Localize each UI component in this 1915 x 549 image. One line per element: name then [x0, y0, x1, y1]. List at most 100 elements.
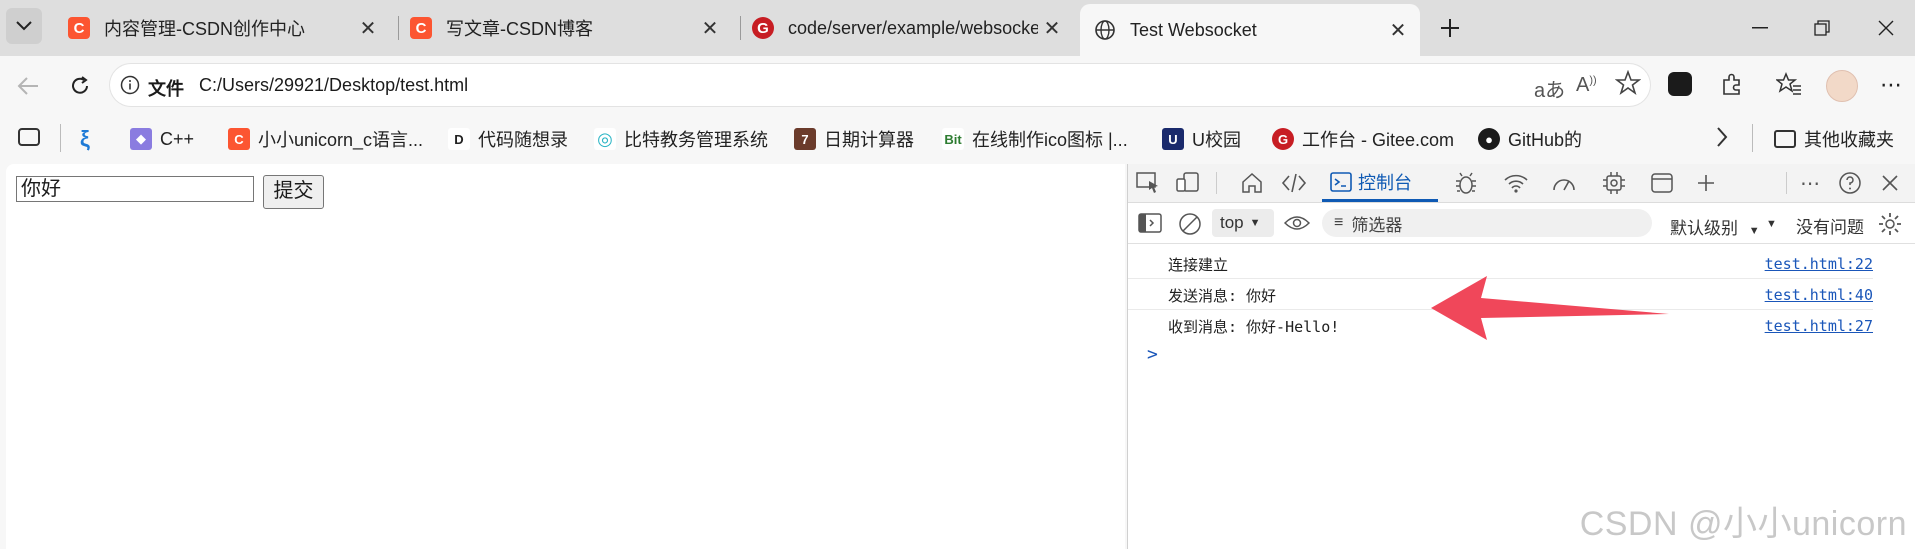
memory-chip-icon[interactable]	[1600, 169, 1628, 197]
minimize-icon	[1752, 27, 1768, 29]
minimize-button[interactable]	[1740, 14, 1780, 42]
console-prompt[interactable]: >	[1147, 344, 1158, 365]
window-close-button[interactable]	[1866, 14, 1906, 42]
log-levels-label: 默认级别	[1670, 219, 1738, 238]
device-emulation-icon[interactable]	[1174, 169, 1202, 197]
inspect-element-icon[interactable]	[1134, 169, 1162, 197]
collections-icon[interactable]	[18, 128, 40, 146]
csdn-icon: C	[410, 17, 432, 39]
dmsxl-fav-icon: D	[448, 128, 470, 150]
favorite-label: 其他收藏夹	[1804, 130, 1894, 150]
application-panel-icon[interactable]	[1648, 169, 1676, 197]
gitee-fav-icon: G	[1272, 128, 1294, 150]
favorite-cpp[interactable]: ◆ C++	[130, 126, 194, 152]
console-source-link[interactable]: test.html:27	[1765, 317, 1873, 335]
other-favorites-folder[interactable]: 其他收藏夹	[1774, 126, 1894, 152]
u-campus-fav-icon: U	[1162, 128, 1184, 150]
address-url[interactable]: C:/Users/29921/Desktop/test.html	[199, 75, 468, 96]
console-source-link[interactable]: test.html:22	[1765, 255, 1873, 273]
network-wifi-icon[interactable]	[1502, 169, 1530, 197]
favorite-label: 代码随想录	[478, 130, 568, 150]
devtools-close-icon[interactable]	[1876, 169, 1904, 197]
console-icon	[1330, 171, 1352, 192]
github-fav-icon: ●	[1478, 128, 1500, 150]
globe-icon	[1094, 19, 1116, 41]
favorite-bit-edu[interactable]: ◎ 比特教务管理系统	[594, 126, 768, 152]
sources-bug-icon[interactable]	[1452, 169, 1480, 197]
tab-test-websocket[interactable]: Test Websocket ✕	[1080, 4, 1420, 56]
read-aloud-icon[interactable]: aあ	[1534, 74, 1565, 103]
cpp-fav-icon: ◆	[130, 128, 152, 150]
tab-content-management[interactable]: C 内容管理-CSDN创作中心 ✕	[54, 8, 390, 48]
console-message-text: 收到消息: 你好-Hello!	[1168, 318, 1340, 336]
console-settings-gear-icon[interactable]	[1878, 212, 1902, 241]
favorite-github[interactable]: ● GitHub的	[1478, 126, 1582, 152]
favorite-ico-maker[interactable]: Bit 在线制作ico图标 |...	[942, 126, 1128, 152]
restore-button[interactable]	[1802, 14, 1842, 42]
tab-title: 写文章-CSDN博客	[446, 19, 593, 39]
close-icon[interactable]: ✕	[696, 16, 724, 41]
xuexi-fav-icon[interactable]: ξ	[80, 126, 90, 152]
more-menu-icon[interactable]: ⋯	[1880, 72, 1902, 98]
csdn-fav-icon: C	[228, 128, 250, 150]
new-tab-button[interactable]	[1432, 10, 1468, 46]
favorite-csdn-blog[interactable]: C 小小unicorn_c语言...	[228, 126, 423, 152]
live-expression-eye-icon[interactable]	[1283, 214, 1311, 237]
close-icon	[1878, 20, 1894, 36]
close-icon[interactable]: ✕	[1384, 18, 1412, 43]
extension-icon[interactable]	[1668, 72, 1692, 96]
favorite-star-icon[interactable]	[1614, 69, 1642, 101]
console-tab-label: 控制台	[1358, 172, 1412, 193]
tab-write-article[interactable]: C 写文章-CSDN博客 ✕	[396, 8, 732, 48]
favorites-icon[interactable]	[1774, 72, 1802, 101]
tab-actions-button[interactable]	[6, 8, 42, 44]
annotation-arrow	[1431, 276, 1669, 340]
favorite-label: GitHub的	[1508, 130, 1583, 150]
help-icon[interactable]	[1836, 169, 1864, 197]
restore-icon	[1814, 20, 1830, 36]
tab-gitee-code[interactable]: G code/server/example/websocketp ✕	[738, 8, 1074, 48]
favorite-label: 小小unicorn_c语言...	[258, 130, 424, 150]
back-button[interactable]	[12, 70, 44, 102]
submit-button[interactable]: 提交	[263, 175, 324, 209]
favorites-divider	[1752, 124, 1753, 152]
favorites-overflow-chevron-icon[interactable]	[1716, 126, 1728, 153]
site-info-icon[interactable]	[120, 75, 140, 95]
favorite-gitee[interactable]: G 工作台 - Gitee.com	[1272, 126, 1454, 152]
tab-console[interactable]: 控制台	[1322, 164, 1438, 202]
elements-code-icon[interactable]	[1280, 169, 1308, 197]
context-label: top	[1220, 213, 1244, 232]
more-tools-plus-icon[interactable]	[1692, 169, 1720, 197]
log-levels-dropdown[interactable]: 默认级别 ▼	[1670, 214, 1760, 239]
favorite-label: 比特教务管理系统	[624, 130, 768, 150]
refresh-button[interactable]	[64, 70, 96, 102]
calendar-fav-icon: 7	[794, 128, 816, 150]
issues-count[interactable]: 没有问题	[1796, 213, 1864, 238]
extensions-puzzle-icon[interactable]	[1720, 72, 1744, 101]
text-size-icon[interactable]: A))	[1576, 74, 1597, 97]
show-sidebar-icon[interactable]	[1138, 212, 1162, 239]
console-message-text: 发送消息: 你好	[1168, 287, 1277, 305]
favorite-u-campus[interactable]: U U校园	[1162, 126, 1241, 152]
welcome-home-icon[interactable]	[1238, 169, 1266, 197]
favorite-label: C++	[160, 128, 195, 149]
gitee-icon: G	[752, 17, 774, 39]
performance-gauge-icon[interactable]	[1550, 169, 1578, 197]
devtools-more-icon[interactable]: ⋯	[1796, 169, 1824, 197]
favorite-label: 工作台 - Gitee.com	[1302, 130, 1455, 150]
console-source-link[interactable]: test.html:40	[1765, 286, 1873, 304]
context-selector[interactable]: top ▼	[1212, 209, 1274, 237]
favorite-dmsxl[interactable]: D 代码随想录	[448, 126, 568, 152]
console-filter-input[interactable]: ≡ 筛选器	[1322, 209, 1652, 237]
clear-console-icon[interactable]	[1178, 212, 1202, 241]
message-input[interactable]: 你好	[16, 176, 254, 202]
caret-down-icon: ▼	[1748, 225, 1760, 237]
filter-icon: ≡	[1334, 214, 1344, 231]
address-scheme-label: 文件	[148, 79, 184, 99]
favorite-date-calculator[interactable]: 7 日期计算器	[794, 126, 914, 152]
close-icon[interactable]: ✕	[354, 16, 382, 41]
profile-avatar[interactable]	[1826, 70, 1858, 102]
caret-down-icon[interactable]: ▼	[1766, 218, 1777, 230]
close-icon[interactable]: ✕	[1038, 16, 1066, 41]
favorite-label: 在线制作ico图标 |...	[972, 130, 1128, 150]
